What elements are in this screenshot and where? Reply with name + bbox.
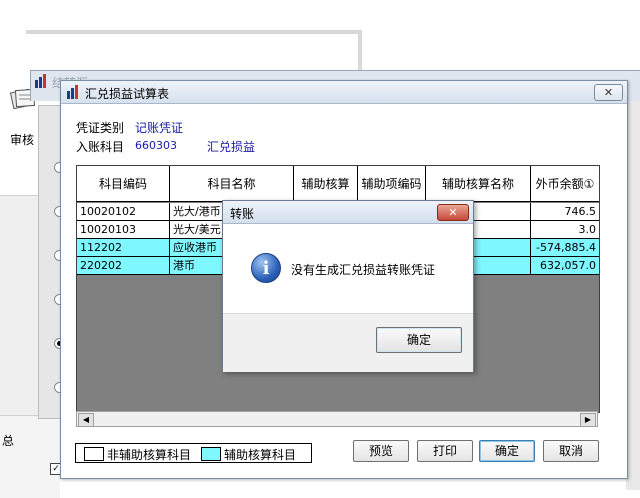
transfer-message-dialog: 转账 ✕ i 没有生成汇兑损益转账凭证 确定 (222, 200, 474, 372)
account-label: 入账科目 (76, 140, 125, 154)
cancel-button[interactable]: 取消 (543, 440, 599, 462)
dialog-close-button[interactable]: ✕ (437, 204, 469, 221)
table-cell[interactable]: 220202 (77, 257, 170, 275)
bar-chart-icon (34, 74, 48, 88)
table-cell[interactable]: 746.5 (531, 203, 599, 221)
row-color-legend: 非辅助核算科目 辅助核算科目 (75, 443, 312, 463)
scroll-right-icon[interactable]: ▶ (580, 413, 596, 427)
column-header[interactable]: 外币余额① (531, 166, 599, 202)
column-header[interactable]: 辅助核算名称 (426, 166, 531, 202)
column-header[interactable]: 辅助核算 (294, 166, 358, 202)
background-label: 总 (2, 434, 15, 448)
column-header[interactable]: 辅助项编码 (358, 166, 426, 202)
voucher-type-value[interactable]: 记账凭证 (135, 119, 183, 136)
background-panel (0, 415, 60, 498)
column-header[interactable]: 科目名称 (170, 166, 294, 202)
table-cell[interactable]: 3.0 (531, 221, 599, 239)
window-title: 汇兑损益试算表 (85, 87, 170, 101)
table-cell[interactable]: 112202 (77, 239, 170, 257)
dialog-ok-button[interactable]: 确定 (376, 327, 462, 353)
ok-button[interactable]: 确定 (479, 440, 535, 462)
table-cell[interactable]: -574,885.4 (531, 239, 599, 257)
table-cell[interactable]: 10020103 (77, 221, 170, 239)
aux-legend-label: 辅助核算科目 (224, 448, 297, 462)
scroll-left-icon[interactable]: ◀ (78, 413, 94, 427)
info-icon: i (251, 253, 281, 283)
table-cell[interactable]: 632,057.0 (531, 257, 599, 275)
print-button[interactable]: 打印 (417, 440, 473, 462)
dialog-title: 转账 (230, 207, 255, 221)
preview-button[interactable]: 预览 (353, 440, 409, 462)
background-shadow (358, 30, 362, 72)
dialog-titlebar: 转账 ✕ (223, 201, 473, 224)
account-code[interactable]: 660303 (135, 139, 177, 152)
account-name[interactable]: 汇兑损益 (207, 138, 255, 155)
column-header[interactable]: 科目编码 (77, 166, 170, 202)
bar-chart-icon (66, 85, 80, 99)
window-close-button[interactable]: ✕ (594, 84, 623, 101)
non-aux-swatch (84, 447, 104, 461)
horizontal-scrollbar[interactable]: ◀ ▶ (76, 411, 598, 427)
aux-swatch (201, 447, 221, 461)
voucher-type-label: 凭证类别 (76, 121, 125, 135)
background-shadow (26, 30, 362, 34)
background-panel (626, 70, 640, 490)
table-cell[interactable]: 10020102 (77, 203, 170, 221)
non-aux-legend-label: 非辅助核算科目 (107, 448, 192, 462)
background-label: 审核 (10, 133, 35, 147)
dialog-message: 没有生成汇兑损益转账凭证 (291, 263, 436, 277)
window-titlebar: 汇兑损益试算表 ✕ (61, 81, 627, 104)
